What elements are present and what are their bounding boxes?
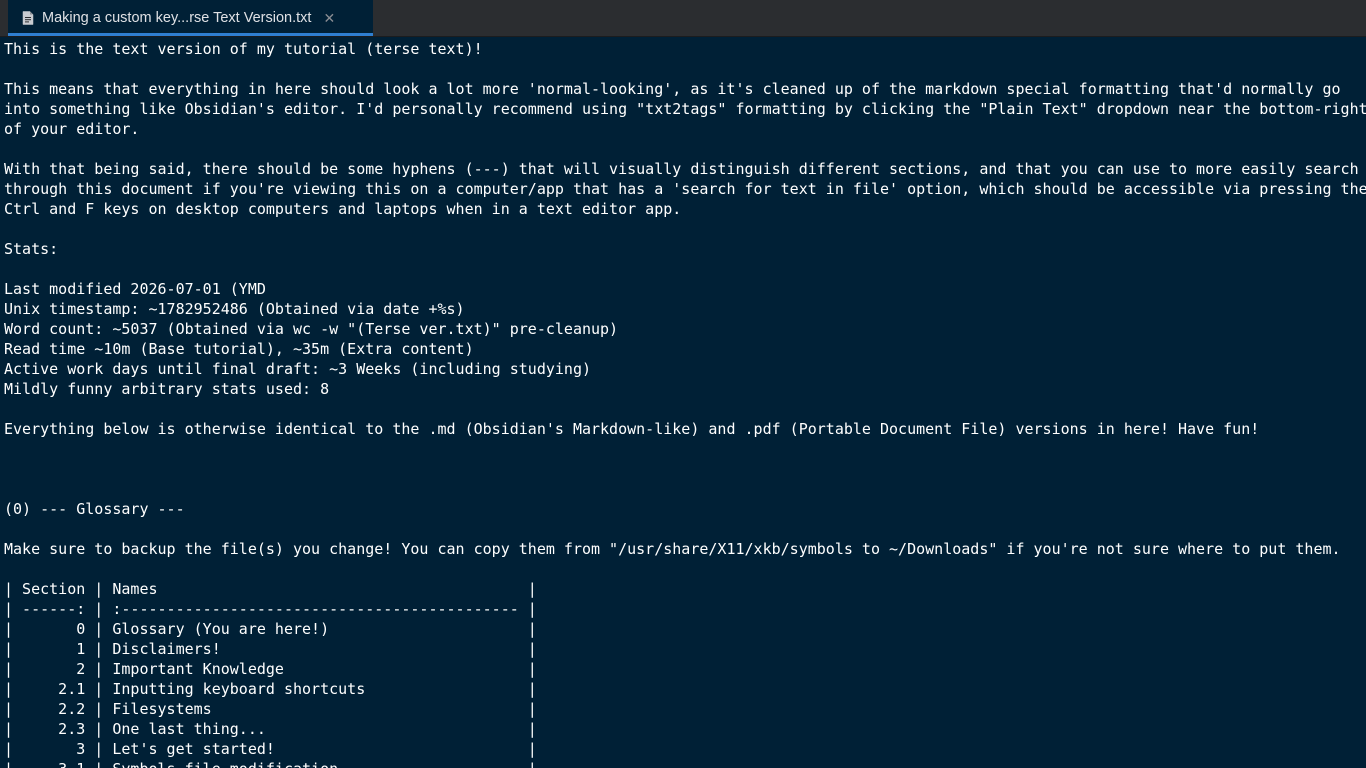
- text-line: [4, 219, 1366, 239]
- text-line: Stats:: [4, 240, 59, 258]
- text-line: Ctrl and F keys on desktop computers and…: [4, 200, 682, 218]
- text-line: | 2.3 | One last thing... |: [4, 720, 537, 738]
- text-line: Last modified 2026-07-01 (YMD: [4, 280, 266, 298]
- text-line: [4, 519, 1366, 539]
- text-line: This is the text version of my tutorial …: [4, 40, 483, 58]
- text-line: Everything below is otherwise identical …: [4, 420, 1260, 438]
- text-line: Active work days until final draft: ~3 W…: [4, 360, 591, 378]
- text-line: | 2 | Important Knowledge |: [4, 660, 537, 678]
- text-line: [4, 59, 1366, 79]
- text-line: | 2.1 | Inputting keyboard shortcuts |: [4, 680, 537, 698]
- text-line: This means that everything in here shoul…: [4, 80, 1341, 98]
- text-line: [4, 139, 1366, 159]
- text-line: | 3.1 | Symbols file modification |: [4, 759, 1366, 768]
- text-editor[interactable]: This is the text version of my tutorial …: [0, 37, 1366, 768]
- file-text-icon: [22, 11, 34, 25]
- active-tab-indicator: [8, 33, 373, 36]
- text-line: Read time ~10m (Base tutorial), ~35m (Ex…: [4, 340, 474, 358]
- text-line: [4, 479, 1366, 499]
- text-line: Mildly funny arbitrary stats used: 8: [4, 380, 330, 398]
- text-line: through this document if you're viewing …: [4, 180, 1366, 198]
- text-line: [4, 459, 1366, 479]
- editor-tab[interactable]: Making a custom key...rse Text Version.t…: [8, 0, 373, 36]
- text-line: [4, 399, 1366, 419]
- text-line: | 1 | Disclaimers! |: [4, 640, 537, 658]
- text-line: [4, 559, 1366, 579]
- text-line: | ------: | :---------------------------…: [4, 600, 537, 618]
- text-line: [4, 439, 1366, 459]
- text-line: Make sure to backup the file(s) you chan…: [4, 540, 1341, 558]
- text-line: | Section | Names |: [4, 580, 537, 598]
- document-text[interactable]: This is the text version of my tutorial …: [4, 39, 1366, 768]
- tab-title: Making a custom key...rse Text Version.t…: [42, 10, 312, 26]
- text-line: | 0 | Glossary (You are here!) |: [4, 620, 537, 638]
- text-line: into something like Obsidian's editor. I…: [4, 100, 1366, 118]
- tab-bar: Making a custom key...rse Text Version.t…: [0, 0, 1366, 37]
- close-icon[interactable]: ✕: [323, 11, 335, 25]
- text-line: [4, 259, 1366, 279]
- text-line: | 3 | Let's get started! |: [4, 740, 537, 758]
- text-line: Word count: ~5037 (Obtained via wc -w "(…: [4, 320, 619, 338]
- text-line: of your editor.: [4, 120, 140, 138]
- text-line: | 2.2 | Filesystems |: [4, 700, 537, 718]
- text-line: Unix timestamp: ~1782952486 (Obtained vi…: [4, 300, 465, 318]
- text-line: With that being said, there should be so…: [4, 160, 1359, 178]
- text-line: (0) --- Glossary ---: [4, 500, 185, 518]
